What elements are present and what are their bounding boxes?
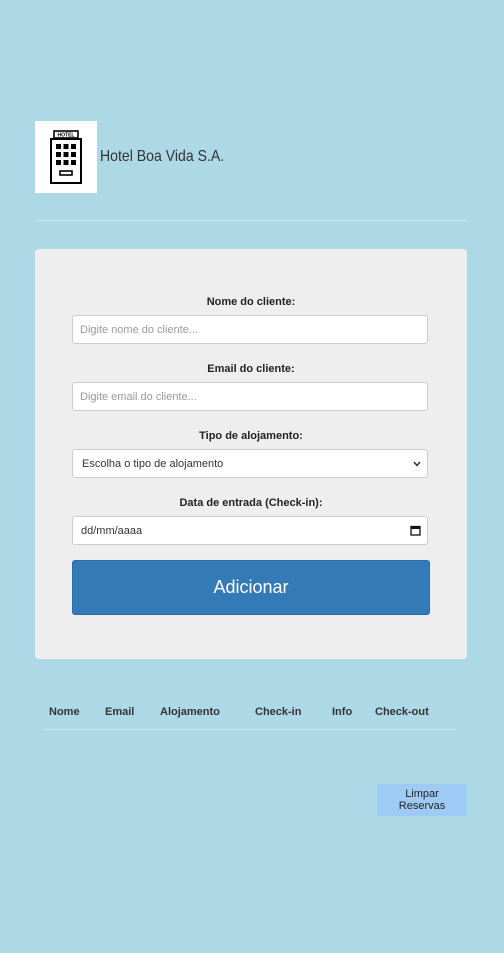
- reservations-table-header: Nome Email Alojamento Check-in Info Chec…: [44, 703, 457, 730]
- name-label: Nome do cliente:: [206, 296, 296, 308]
- email-input[interactable]: [72, 382, 428, 411]
- name-input[interactable]: [72, 315, 428, 344]
- hotel-name: Hotel Boa Vida S.A.: [100, 148, 225, 165]
- calendar-icon[interactable]: [410, 525, 421, 536]
- column-header-info: Info: [332, 706, 353, 718]
- reservation-form: Nome do cliente: Email do cliente: Tipo …: [35, 249, 467, 659]
- header-divider: [35, 220, 467, 221]
- column-header-accommodation: Alojamento: [160, 706, 220, 718]
- hotel-sign-text: HOTEL: [58, 133, 75, 139]
- column-header-email: Email: [105, 706, 135, 718]
- checkin-date-placeholder: dd/mm/aaaa: [81, 524, 143, 537]
- accommodation-type-select[interactable]: Escolha o tipo de alojamento: [72, 449, 428, 478]
- column-header-name: Nome: [49, 706, 80, 718]
- hotel-building-icon: HOTEL: [50, 130, 82, 184]
- email-label: Email do cliente:: [207, 363, 295, 375]
- checkin-date-label: Data de entrada (Check-in):: [179, 497, 323, 509]
- add-button[interactable]: Adicionar: [72, 560, 430, 615]
- clear-reservations-button[interactable]: Limpar Reservas: [377, 784, 467, 816]
- checkin-date-input[interactable]: dd/mm/aaaa: [72, 516, 428, 545]
- accommodation-type-value: Escolha o tipo de alojamento: [82, 457, 224, 470]
- column-header-checkout: Check-out: [375, 706, 429, 718]
- chevron-down-icon: [413, 461, 421, 467]
- accommodation-type-label: Tipo de alojamento:: [199, 430, 303, 442]
- hotel-logo: HOTEL: [35, 121, 97, 193]
- header: HOTEL Hotel Boa Vida S.A.: [35, 121, 241, 193]
- column-header-checkin: Check-in: [255, 706, 302, 718]
